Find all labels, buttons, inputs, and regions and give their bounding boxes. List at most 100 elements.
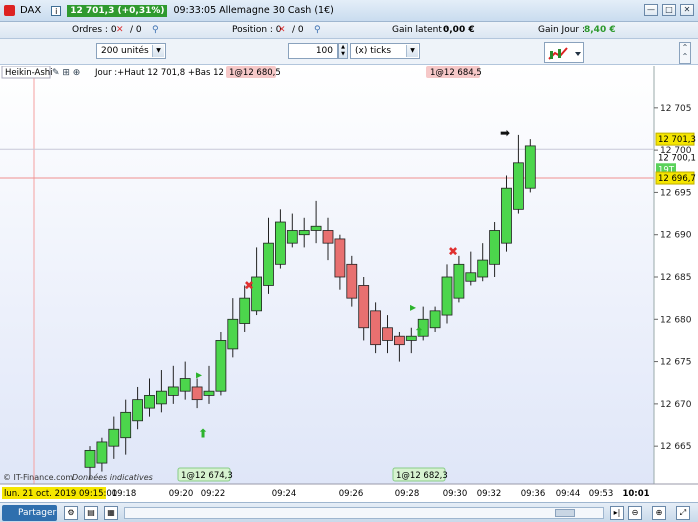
- orders-label: Ordres : 0: [72, 25, 117, 35]
- time-tick-label: 10:01: [622, 489, 649, 499]
- order-top-left: 1@12 680,5: [229, 68, 281, 78]
- candle-body: [322, 230, 334, 244]
- scroll-end-icon[interactable]: ▸|: [610, 506, 624, 520]
- time-tick-label: 09:20: [169, 489, 194, 499]
- buy-tick-marker: ▸: [196, 368, 202, 382]
- daily-gain-value: 8,40 €: [584, 25, 616, 35]
- candle-body: [203, 390, 215, 396]
- latent-gain-value: 0,00 €: [443, 25, 475, 35]
- price-badge: 12 701,3 (+0,31%): [67, 4, 168, 17]
- chart-type-icon: [548, 47, 581, 60]
- candle-body: [358, 285, 370, 329]
- time-tick-label: 09:28: [395, 489, 420, 499]
- share-button[interactable]: Partager: [2, 505, 57, 521]
- time-tick-label: 09:18: [112, 489, 137, 499]
- account-info-bar: Ordres : 0 ✕ / 0 ⚲ Position : 0 ✕ / 0 ⚲ …: [0, 22, 698, 39]
- y-tick-label: 12 665: [660, 442, 692, 452]
- candle-body: [96, 441, 108, 464]
- chart-scrollbar[interactable]: [124, 507, 604, 519]
- ticks-input[interactable]: 100: [288, 43, 338, 59]
- y-tick-label: 12 675: [660, 358, 692, 368]
- date-label: lun. 21 oct. 2019 09:15:01: [4, 489, 117, 499]
- candle-body: [263, 242, 274, 286]
- candle-body: [286, 230, 298, 244]
- indicators-icon[interactable]: ▤: [84, 506, 98, 520]
- chevron-down-icon: ▼: [152, 45, 164, 57]
- app-icon: [4, 5, 15, 16]
- price-chart[interactable]: 12 665 12 670 12 675 12 680 12 685 12 690 12 6…: [0, 65, 698, 500]
- buy-arrow-marker: ⬆: [414, 325, 424, 339]
- orders-link-icon[interactable]: ⚲: [152, 25, 159, 35]
- settings-icon[interactable]: ⚙: [64, 506, 78, 520]
- candle-body: [346, 263, 358, 299]
- daily-gain-label: Gain Jour :: [538, 25, 586, 35]
- y-tick-label: 12 685: [660, 273, 692, 283]
- candle-body: [227, 318, 239, 350]
- y-tick-label: 12 680: [660, 315, 692, 325]
- close-icon[interactable]: ✕: [680, 4, 694, 16]
- y-tick-label: 12 705: [660, 104, 692, 114]
- ticks-unit-select[interactable]: (x) ticks ▼: [350, 43, 420, 59]
- candle-body: [155, 390, 167, 405]
- disclaimer-text: Données indicatives: [72, 472, 153, 482]
- y-tick-label: 12 670: [660, 400, 692, 410]
- share-label: Partager: [18, 508, 57, 518]
- copyright-text: © IT-Finance.com: [3, 473, 73, 482]
- candle-body: [84, 449, 96, 468]
- position-sep: / 0: [292, 25, 304, 35]
- title-bar: DAX i 12 701,3 (+0,31%) 09:33:05 Allemag…: [0, 0, 698, 22]
- zoom-in-icon[interactable]: ⊕: [652, 506, 666, 520]
- time-tick-label: 09:53: [589, 489, 614, 499]
- window-title: 09:33:05 Allemagne 30 Cash (1€): [173, 5, 334, 16]
- buy-tick-marker: ▸: [410, 300, 416, 314]
- price-axis-background: [654, 66, 698, 500]
- candle-body: [239, 297, 251, 324]
- cancel-orders-icon[interactable]: ✕: [116, 25, 124, 35]
- ticks-stepper[interactable]: ▲ ▼: [338, 43, 348, 59]
- close-position-icon[interactable]: ✕: [278, 25, 286, 35]
- chart-type-label: Heikin-Ashi: [5, 68, 53, 78]
- zoom-out-icon[interactable]: ⊖: [628, 506, 642, 520]
- tool-icons: ✎ ⊞ ⊕: [52, 68, 80, 78]
- candle-body: [370, 310, 382, 346]
- order-bottom-right: 1@12 682,3: [396, 471, 448, 481]
- candle-body: [489, 230, 501, 265]
- scrollbar-thumb[interactable]: [555, 509, 575, 517]
- candle-body: [179, 378, 191, 392]
- minimize-icon[interactable]: —: [644, 4, 658, 16]
- instrument-info-icon[interactable]: i: [51, 5, 62, 16]
- time-tick-label: 09:30: [443, 489, 468, 499]
- instrument-name: DAX: [20, 5, 42, 16]
- collapse-icon[interactable]: ⌃ ⌃: [679, 42, 691, 64]
- ticks-unit-value: (x) ticks: [355, 46, 392, 56]
- sell-cross-marker: ✖: [448, 245, 458, 259]
- quantity-select[interactable]: 200 unités ▼: [96, 43, 166, 59]
- candle-body: [167, 386, 179, 396]
- time-tick-label: 09:24: [272, 489, 297, 499]
- plot-background: [0, 66, 654, 484]
- chart-type-button[interactable]: [544, 42, 584, 63]
- chevron-down-icon: ▼: [406, 45, 418, 57]
- bid-price-label: 12 700,1: [658, 153, 696, 163]
- status-bar: Partager ⚙ ▤ ▦ ▸| ⊖ ⊕ ⤢: [0, 502, 698, 522]
- candle-body: [334, 238, 346, 278]
- candle-body: [298, 230, 310, 236]
- fit-icon[interactable]: ⤢: [676, 506, 690, 520]
- candle-body: [108, 428, 120, 447]
- candle-body: [441, 276, 453, 316]
- candle-body: [429, 310, 441, 329]
- candle-body: [144, 395, 155, 409]
- candle-body: [453, 263, 465, 299]
- layout-icon[interactable]: ▦: [104, 506, 118, 520]
- quantity-value: 200 unités: [101, 46, 149, 56]
- position-link-icon[interactable]: ⚲: [314, 25, 321, 35]
- maximize-icon[interactable]: □: [662, 4, 676, 16]
- time-tick-label: 09:32: [477, 489, 502, 499]
- candle-body: [132, 399, 144, 422]
- order-bottom-left: 1@12 674,3: [181, 471, 233, 481]
- time-tick-label: 09:26: [339, 489, 364, 499]
- position-label: Position : 0: [232, 25, 282, 35]
- orders-sep: / 0: [130, 25, 142, 35]
- order-toolbar: 200 unités ▼ 100 ▲ ▼ (x) ticks ▼: [0, 39, 698, 65]
- chart-canvas[interactable]: 12 665 12 670 12 675 12 680 12 685 12 690 12 6…: [0, 65, 698, 500]
